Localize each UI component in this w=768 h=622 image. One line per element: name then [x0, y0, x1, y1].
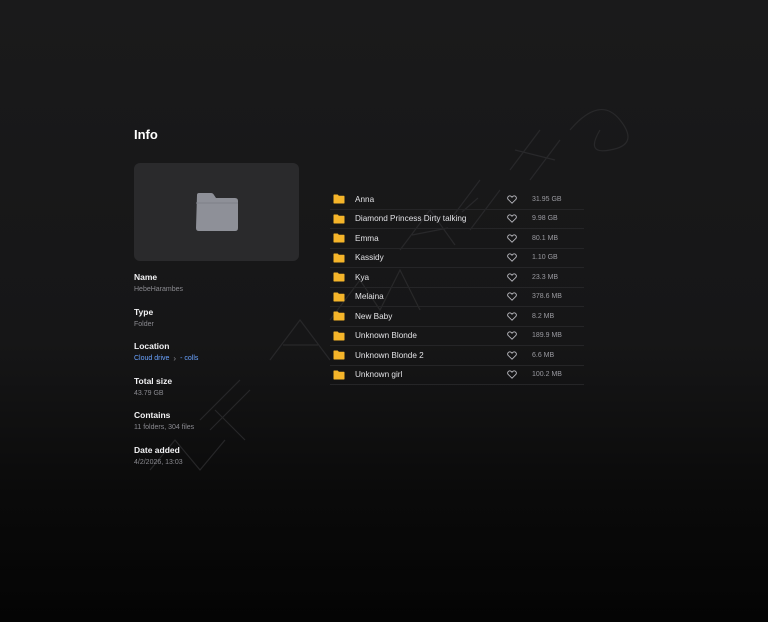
folder-preview — [134, 163, 299, 261]
heart-icon[interactable] — [507, 273, 517, 282]
location-label: Location — [134, 341, 170, 351]
heart-icon[interactable] — [507, 331, 517, 341]
location-root-link[interactable]: Cloud drive — [134, 354, 169, 364]
folder-icon — [333, 272, 345, 282]
contains-value: 11 folders, 304 files — [134, 424, 195, 431]
item-size: 1.10 GB — [532, 254, 558, 262]
list-item[interactable]: Diamond Princess Dirty talking 9.98 GB — [330, 210, 584, 229]
chevron-right-icon: › — [173, 354, 177, 363]
folder-list: Anna 31.95 GB Diamond Princess Dirty talki… — [330, 190, 584, 385]
location-breadcrumb: Cloud drive › - colls — [134, 354, 314, 364]
item-size: 6.6 MB — [532, 351, 555, 359]
folder-icon — [333, 370, 345, 380]
heart-icon[interactable] — [507, 214, 517, 224]
name-label: Name — [134, 272, 158, 282]
folder-icon — [333, 253, 345, 263]
detail-total-size: Total size 43.79 GB — [134, 376, 314, 410]
location-child-link[interactable]: - colls — [180, 354, 198, 364]
heart-icon[interactable] — [507, 351, 517, 360]
detail-contains: Contains 11 folders, 304 files — [134, 410, 314, 444]
list-item[interactable]: Unknown girl 100.2 MB — [330, 366, 584, 385]
heart-icon[interactable] — [507, 253, 517, 263]
total-size-label: Total size — [134, 375, 173, 386]
list-item[interactable]: Melaina 378.6 MB — [330, 288, 584, 307]
item-name: Unknown girl — [355, 370, 403, 380]
item-name: Kassidy — [355, 253, 384, 263]
type-label: Type — [134, 306, 154, 317]
heart-icon[interactable] — [507, 312, 517, 321]
list-item[interactable]: Unknown Blonde 189.9 MB — [330, 327, 584, 346]
detail-type: Type Folder — [134, 307, 314, 341]
list-item[interactable]: Anna 31.95 GB — [330, 190, 584, 210]
item-name: Emma — [355, 233, 379, 243]
total-size-value: 43.79 GB — [134, 389, 164, 397]
folder-icon — [333, 214, 345, 224]
folder-icon — [195, 193, 238, 231]
item-size: 8.2 MB — [532, 312, 555, 320]
item-size: 189.9 MB — [532, 332, 562, 340]
heart-icon[interactable] — [507, 195, 517, 204]
item-size: 9.98 GB — [532, 215, 558, 223]
item-size: 31.95 GB — [532, 195, 562, 203]
item-name: Kya — [355, 272, 370, 282]
item-size: 80.1 MB — [532, 234, 559, 242]
item-name: Unknown Blonde 2 — [355, 350, 424, 360]
item-name: Melaina — [355, 292, 384, 302]
contains-label: Contains — [134, 410, 171, 420]
details-section: Name HebeHarambes Type Folder Location C… — [134, 271, 314, 478]
folder-icon — [333, 233, 345, 243]
list-item[interactable]: New Baby 8.2 MB — [330, 307, 584, 327]
folder-icon — [333, 292, 345, 302]
folder-icon — [333, 311, 345, 321]
item-name: Unknown Blonde — [355, 331, 417, 341]
folder-icon — [333, 331, 345, 341]
detail-date-added: Date added 4/2/2026, 13:03 — [134, 445, 314, 479]
date-added-value: 4/2/2026, 13:03 — [134, 458, 183, 466]
list-item[interactable]: Kassidy 1.10 GB — [330, 249, 584, 268]
panel-title: Info — [134, 127, 158, 142]
item-name: Anna — [355, 194, 375, 204]
detail-location: Location Cloud drive › - colls — [134, 341, 314, 375]
item-name: Diamond Princess Dirty talking — [355, 214, 467, 224]
folder-icon — [333, 350, 345, 360]
item-size: 378.6 MB — [532, 293, 562, 301]
item-name: New Baby — [355, 311, 393, 321]
detail-name: Name HebeHarambes — [134, 272, 314, 306]
date-added-label: Date added — [134, 444, 180, 455]
heart-icon[interactable] — [507, 292, 517, 302]
heart-icon[interactable] — [507, 370, 517, 380]
heart-icon[interactable] — [507, 234, 517, 243]
type-value: Folder — [134, 320, 154, 328]
list-item[interactable]: Kya 23.3 MB — [330, 268, 584, 288]
list-item[interactable]: Unknown Blonde 2 6.6 MB — [330, 346, 584, 366]
list-item[interactable]: Emma 80.1 MB — [330, 229, 584, 249]
name-value: HebeHarambes — [134, 286, 184, 293]
item-size: 23.3 MB — [532, 273, 559, 281]
item-size: 100.2 MB — [532, 371, 562, 379]
folder-icon — [333, 194, 345, 204]
